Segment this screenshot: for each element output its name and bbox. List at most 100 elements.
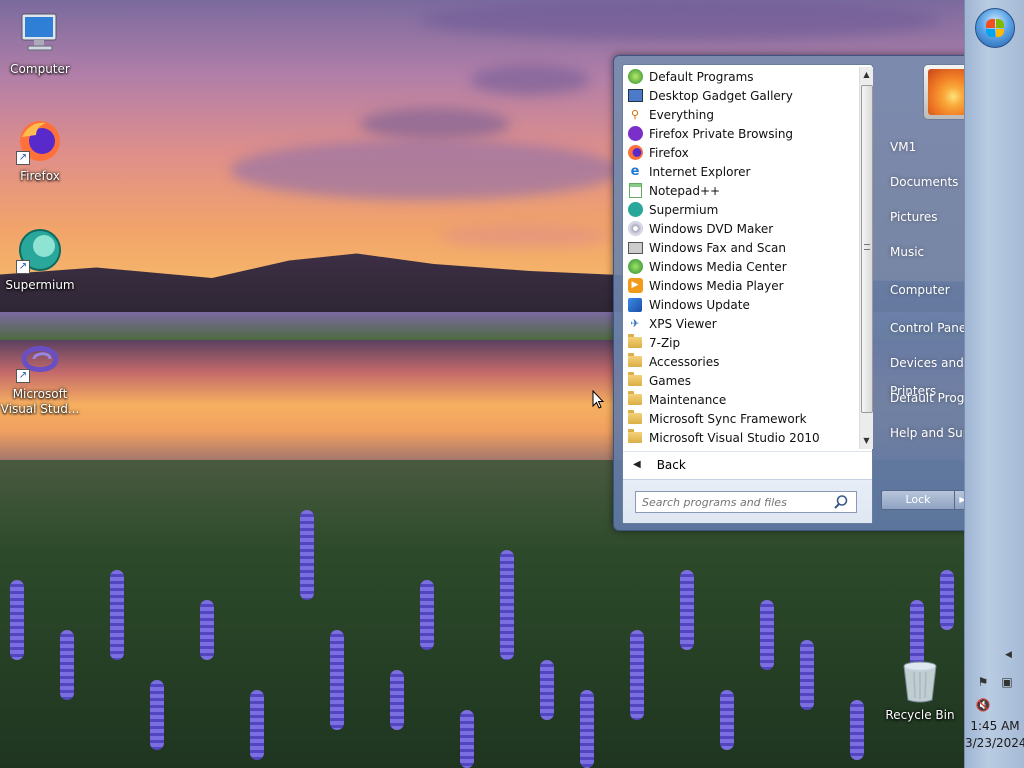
media-player-icon: ▶ — [627, 278, 643, 294]
folder-icon — [627, 429, 643, 446]
program-item[interactable]: Supermium — [623, 200, 859, 219]
flower — [580, 690, 594, 768]
visual-studio-icon: ↗ — [16, 335, 64, 383]
flower — [250, 690, 264, 760]
flower — [500, 550, 514, 660]
program-item[interactable]: Windows Fax and Scan — [623, 238, 859, 257]
program-item[interactable]: Maintenance — [623, 390, 859, 409]
program-item[interactable]: e Internet Explorer — [623, 162, 859, 181]
program-label: Supermium — [649, 202, 719, 217]
flower — [390, 670, 404, 730]
dvd-icon — [627, 221, 643, 237]
taskbar: ◀ ⚑ ▣ 🔇 1:45 AM 3/23/2024 — [964, 0, 1024, 768]
windows-logo-icon — [986, 19, 1004, 37]
flower — [460, 710, 474, 768]
program-label: Games — [649, 373, 691, 388]
cloud — [230, 140, 620, 200]
cloud — [420, 0, 940, 40]
program-item[interactable]: Firefox — [623, 143, 859, 162]
flower — [110, 570, 124, 660]
volume-muted-icon[interactable]: 🔇 — [975, 697, 991, 713]
program-label: Maintenance — [649, 392, 727, 407]
flower — [940, 570, 954, 630]
media-center-icon — [627, 259, 643, 275]
fax-icon — [627, 240, 643, 256]
flower — [540, 660, 554, 720]
program-label: 7-Zip — [649, 335, 681, 350]
desktop-icon-label: Microsoft Visual Stud... — [0, 387, 80, 416]
program-item[interactable]: Windows DVD Maker — [623, 219, 859, 238]
firefox-icon — [627, 145, 643, 161]
mask-icon — [627, 126, 643, 142]
search-icon[interactable] — [833, 494, 849, 510]
program-label: Windows Fax and Scan — [649, 240, 787, 255]
supermium-icon: ↗ — [16, 226, 64, 274]
desktop-icon-label: Computer — [10, 62, 70, 76]
firefox-icon: ↗ — [16, 117, 64, 165]
folder-icon — [627, 410, 643, 427]
program-item[interactable]: Games — [623, 371, 859, 390]
flower — [10, 580, 24, 660]
program-item[interactable]: 7-Zip — [623, 333, 859, 352]
supermium-icon — [627, 202, 643, 218]
program-item[interactable]: Windows Update — [623, 295, 859, 314]
desktop-icon-label: Recycle Bin — [885, 708, 955, 722]
desktop-icon-label: Firefox — [20, 169, 60, 183]
desktop-icon-computer[interactable]: Computer — [0, 10, 80, 76]
program-item[interactable]: Default Programs — [623, 67, 859, 86]
program-label: Windows Media Player — [649, 278, 784, 293]
clock[interactable]: 1:45 AM 3/23/2024 — [965, 718, 1024, 752]
program-item[interactable]: Firefox Private Browsing — [623, 124, 859, 143]
flower — [200, 600, 214, 660]
program-item[interactable]: Windows Media Center — [623, 257, 859, 276]
show-hidden-icons-icon[interactable]: ◀ — [1005, 650, 1012, 660]
search-input[interactable] — [635, 491, 857, 513]
flower — [420, 580, 434, 650]
action-center-flag-icon[interactable]: ⚑ — [975, 674, 991, 690]
folder-icon — [627, 372, 643, 389]
back-button[interactable]: ◀ Back — [623, 451, 872, 477]
scroll-thumb[interactable] — [861, 85, 873, 413]
program-item[interactable]: ▶ Windows Media Player — [623, 276, 859, 295]
computer-icon — [16, 10, 64, 58]
start-menu: Default Programs Desktop Gadget Gallery ⚲ E… — [613, 55, 1024, 531]
program-label: Desktop Gadget Gallery — [649, 88, 793, 103]
desktop-icon-recycle-bin[interactable]: Recycle Bin — [880, 660, 960, 722]
programs-scrollbar[interactable]: ▲ ▼ — [859, 67, 873, 449]
programs-pane: Default Programs Desktop Gadget Gallery ⚲ E… — [622, 64, 873, 524]
scroll-down-icon[interactable]: ▼ — [860, 433, 873, 449]
program-item[interactable]: Notepad++ — [623, 181, 859, 200]
flower — [150, 680, 164, 750]
scroll-up-icon[interactable]: ▲ — [860, 67, 873, 83]
all-programs-list: Default Programs Desktop Gadget Gallery ⚲ E… — [623, 67, 859, 449]
program-label: Everything — [649, 107, 714, 122]
program-label: Internet Explorer — [649, 164, 751, 179]
default-programs-icon — [627, 69, 643, 85]
network-icon[interactable]: ▣ — [999, 674, 1015, 690]
scroll-grip-icon — [864, 244, 870, 250]
flower — [800, 640, 814, 710]
shortcut-arrow-icon: ↗ — [16, 369, 30, 383]
program-item[interactable]: Desktop Gadget Gallery — [623, 86, 859, 105]
program-label: Notepad++ — [649, 183, 721, 198]
desktop-icon-supermium[interactable]: ↗ Supermium — [0, 226, 80, 292]
program-label: Microsoft Sync Framework — [649, 411, 807, 426]
gadget-icon — [627, 88, 643, 104]
flower — [60, 630, 74, 700]
program-item[interactable]: Microsoft Visual Studio 2010 — [623, 428, 859, 447]
program-label: Microsoft Visual Studio 2010 — [649, 430, 820, 445]
program-item[interactable]: ✈ XPS Viewer — [623, 314, 859, 333]
notepad-icon — [627, 183, 643, 199]
program-item[interactable]: Accessories — [623, 352, 859, 371]
desktop-icon-visual-studio[interactable]: ↗ Microsoft Visual Stud... — [0, 335, 80, 417]
cloud — [360, 108, 510, 140]
lock-button[interactable]: Lock — [881, 490, 955, 510]
program-item[interactable]: Microsoft Sync Framework — [623, 409, 859, 428]
program-label: Firefox Private Browsing — [649, 126, 794, 141]
program-item[interactable]: ⚲ Everything — [623, 105, 859, 124]
program-label: Windows Update — [649, 297, 750, 312]
start-button[interactable] — [975, 8, 1015, 48]
flower — [630, 630, 644, 720]
magnifier-icon: ⚲ — [630, 108, 640, 121]
desktop-icon-firefox[interactable]: ↗ Firefox — [0, 117, 80, 183]
